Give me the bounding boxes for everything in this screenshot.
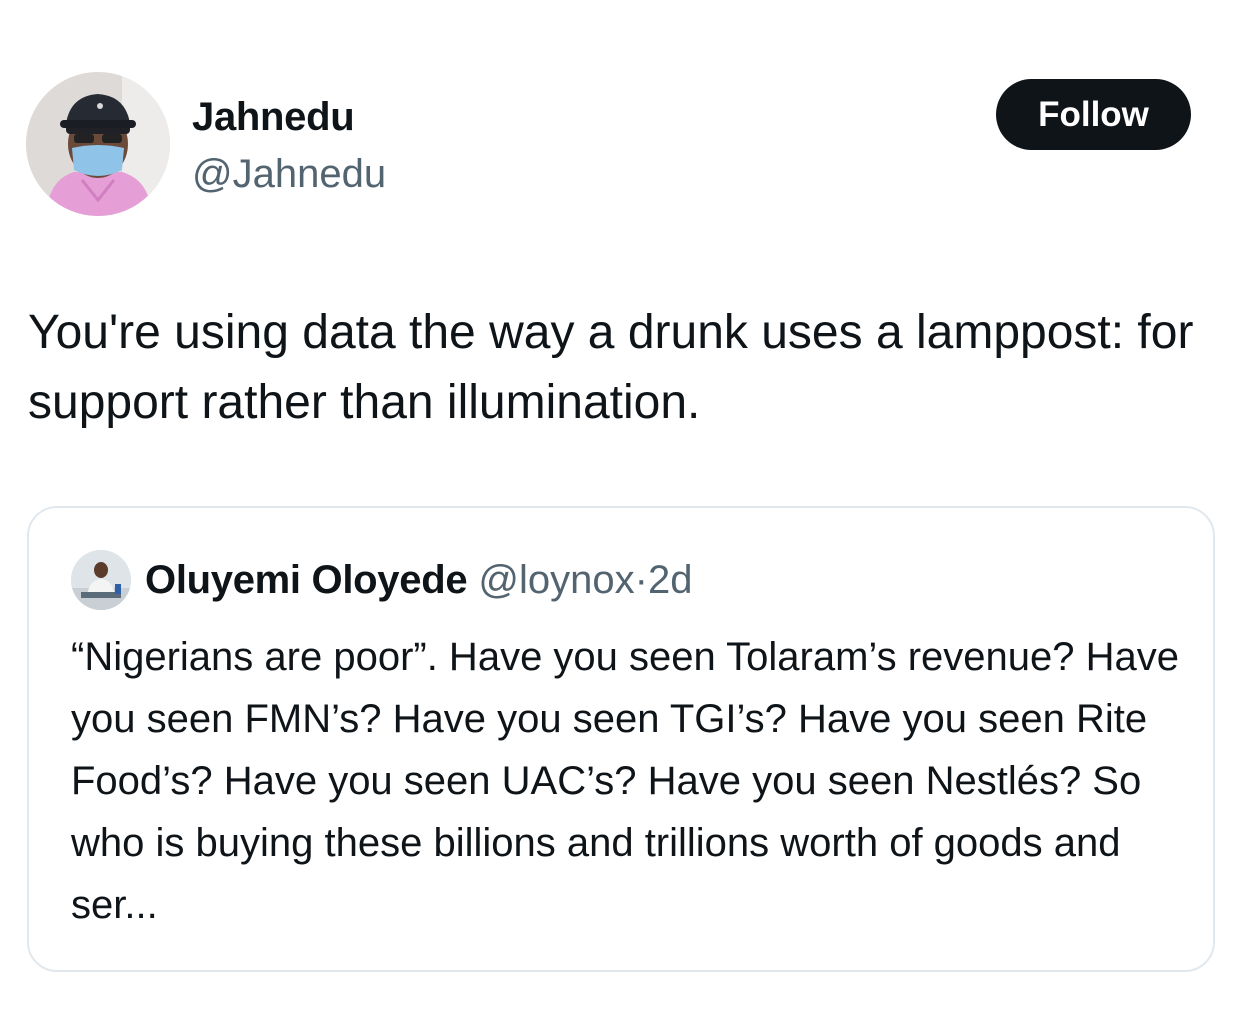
quoted-tweet-header: Oluyemi Oloyede @loynox·2d xyxy=(145,556,692,604)
quoted-author-handle[interactable]: @loynox xyxy=(478,558,634,602)
separator-dot: · xyxy=(634,558,648,602)
author-display-name[interactable]: Jahnedu xyxy=(192,93,355,141)
quoted-tweet-time[interactable]: 2d xyxy=(648,558,693,602)
author-handle[interactable]: @Jahnedu xyxy=(192,150,386,198)
quoted-avatar-image xyxy=(71,550,131,610)
tweet-text: You're using data the way a drunk uses a… xyxy=(28,306,1194,429)
quoted-author-name[interactable]: Oluyemi Oloyede xyxy=(145,558,468,602)
quoted-tweet-card[interactable]: Oluyemi Oloyede @loynox·2d “Nigerians ar… xyxy=(27,506,1215,972)
quoted-author-avatar[interactable] xyxy=(71,550,131,610)
quoted-tweet-text: “Nigerians are poor”. Have you seen Tola… xyxy=(71,635,1179,927)
follow-button[interactable]: Follow xyxy=(996,79,1191,150)
author-avatar[interactable] xyxy=(26,72,170,216)
author-avatar-image xyxy=(26,72,170,216)
tweet-container: Jahnedu @Jahnedu Follow You're using dat… xyxy=(0,0,1242,1035)
